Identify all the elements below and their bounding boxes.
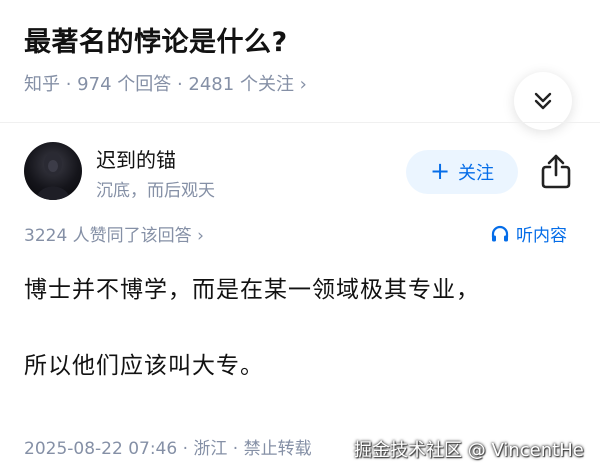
author-bio: 沉底，而后观天 (96, 181, 215, 201)
listen-label: 听内容 (516, 226, 567, 246)
listen-button[interactable]: 听内容 (490, 221, 567, 246)
headphones-icon (491, 225, 509, 241)
question-title[interactable]: 最著名的悖论是什么? (24, 20, 288, 59)
author-name[interactable]: 迟到的锚 (96, 144, 176, 173)
avatar[interactable] (24, 142, 82, 200)
avatar-silhouette (36, 153, 70, 200)
follow-button[interactable]: + 关注 (406, 150, 518, 194)
chevron-double-down-icon (534, 92, 552, 110)
upvote-count[interactable]: 3224 人赞同了该回答 › (24, 221, 204, 246)
answer-footer-meta: 2025-08-22 07:46 · 浙江 · 禁止转载 (24, 439, 312, 459)
answer-paragraph: 博士并不博学，而是在某一领域极其专业， (24, 277, 480, 303)
share-icon[interactable] (538, 152, 574, 190)
answer-paragraph: 所以他们应该叫大专。 (24, 353, 264, 379)
watermark: 掘金技术社区 @ VincentHe (354, 440, 584, 461)
question-meta[interactable]: 知乎 · 974 个回答 · 2481 个关注 › (24, 70, 307, 96)
divider (0, 122, 600, 123)
follow-label: 关注 (458, 163, 495, 184)
plus-icon: + (429, 157, 451, 185)
